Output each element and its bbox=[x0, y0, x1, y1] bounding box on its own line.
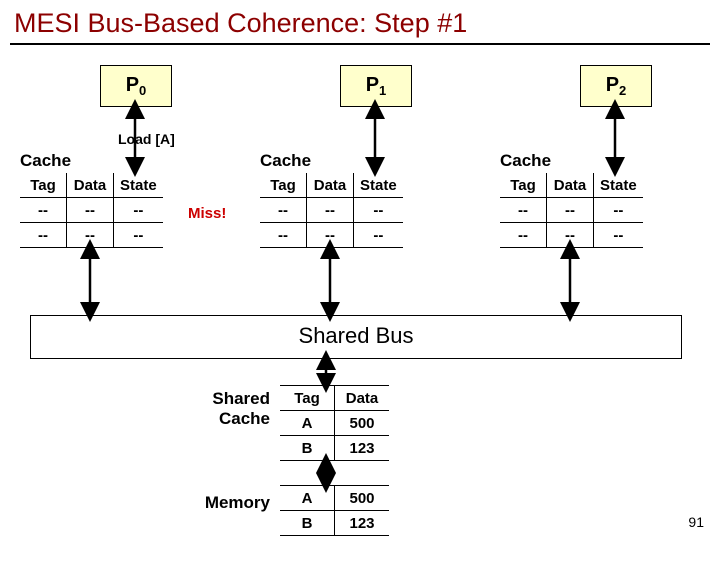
col-data: Data bbox=[335, 386, 390, 411]
shared-bus-box: Shared Bus bbox=[30, 315, 682, 359]
processor-p1: P1 bbox=[340, 65, 412, 107]
shared-cache-label: Shared Cache bbox=[180, 389, 270, 429]
table-row: -- -- -- bbox=[260, 198, 403, 223]
miss-annotation: Miss! bbox=[188, 205, 226, 222]
memory-label: Memory bbox=[180, 493, 270, 513]
cache-block-p0: Cache Tag Data State -- -- -- -- -- -- bbox=[20, 151, 210, 248]
p1-sub: 1 bbox=[379, 83, 386, 98]
cache-table-p0: Tag Data State -- -- -- -- -- -- bbox=[20, 173, 163, 248]
table-row: B 123 bbox=[280, 436, 389, 461]
table-row: Tag Data State bbox=[20, 173, 163, 198]
cache-block-p2: Cache Tag Data State -- -- -- -- -- -- bbox=[500, 151, 690, 248]
processor-p0: P0 bbox=[100, 65, 172, 107]
load-annotation: Load [A] bbox=[118, 131, 175, 147]
shared-cache-label-line1: Shared bbox=[212, 389, 270, 408]
title-rule bbox=[10, 43, 710, 45]
p0-sub: 0 bbox=[139, 83, 146, 98]
shared-cache-label-line2: Cache bbox=[219, 409, 270, 428]
col-data: Data bbox=[547, 173, 594, 198]
cache-label-p2: Cache bbox=[500, 151, 690, 171]
table-row: -- -- -- bbox=[500, 223, 643, 248]
table-row: -- -- -- bbox=[20, 223, 163, 248]
col-tag: Tag bbox=[20, 173, 67, 198]
col-tag: Tag bbox=[500, 173, 547, 198]
col-tag: Tag bbox=[260, 173, 307, 198]
slide-title: MESI Bus-Based Coherence: Step #1 bbox=[0, 0, 720, 43]
memory-table: A 500 B 123 bbox=[280, 485, 389, 536]
col-data: Data bbox=[307, 173, 354, 198]
col-data: Data bbox=[67, 173, 114, 198]
table-row: Tag Data State bbox=[260, 173, 403, 198]
p2-letter: P bbox=[606, 74, 619, 96]
table-row: -- -- -- bbox=[20, 198, 163, 223]
p1-letter: P bbox=[366, 74, 379, 96]
cache-table-p2: Tag Data State -- -- -- -- -- -- bbox=[500, 173, 643, 248]
table-row: A 500 bbox=[280, 411, 389, 436]
table-row: -- -- -- bbox=[260, 223, 403, 248]
col-state: State bbox=[354, 173, 403, 198]
table-row: A 500 bbox=[280, 486, 389, 511]
cache-table-p1: Tag Data State -- -- -- -- -- -- bbox=[260, 173, 403, 248]
p0-letter: P bbox=[126, 74, 139, 96]
processor-p2: P2 bbox=[580, 65, 652, 107]
cache-block-p1: Cache Tag Data State -- -- -- -- -- -- bbox=[260, 151, 450, 248]
shared-cache-table: Tag Data A 500 B 123 bbox=[280, 385, 389, 461]
p2-sub: 2 bbox=[619, 83, 626, 98]
col-state: State bbox=[594, 173, 643, 198]
slide-number: 91 bbox=[688, 514, 704, 530]
col-tag: Tag bbox=[280, 386, 335, 411]
cache-label-p1: Cache bbox=[260, 151, 450, 171]
col-state: State bbox=[114, 173, 163, 198]
cache-label-p0: Cache bbox=[20, 151, 210, 171]
table-row: B 123 bbox=[280, 511, 389, 536]
table-row: Tag Data State bbox=[500, 173, 643, 198]
table-row: Tag Data bbox=[280, 386, 389, 411]
table-row: -- -- -- bbox=[500, 198, 643, 223]
